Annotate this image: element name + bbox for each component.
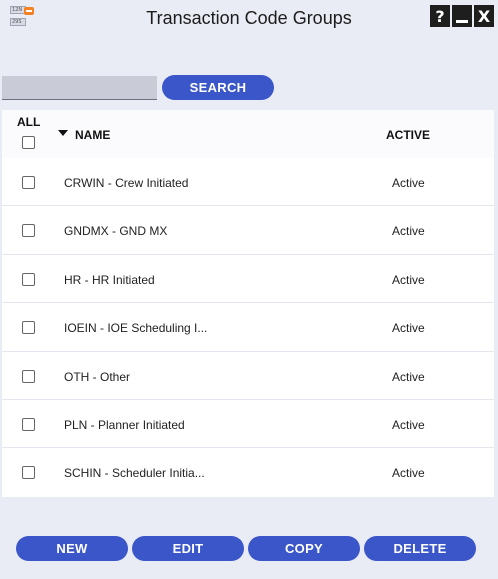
row-name: CRWIN - Crew Initiated bbox=[64, 176, 189, 190]
row-status: Active bbox=[392, 321, 425, 336]
table-row[interactable]: OTH - Other Active bbox=[2, 352, 494, 400]
row-status: Active bbox=[392, 224, 425, 239]
row-name: IOEIN - IOE Scheduling I... bbox=[64, 321, 208, 336]
select-all-label: ALL bbox=[17, 115, 41, 129]
row-status: Active bbox=[392, 369, 425, 384]
search-button[interactable]: SEARCH bbox=[162, 75, 274, 100]
row-checkbox[interactable] bbox=[22, 466, 35, 480]
row-status: Active bbox=[392, 466, 425, 481]
copy-button[interactable]: COPY bbox=[248, 536, 360, 561]
column-header-name[interactable]: NAME bbox=[75, 128, 110, 142]
new-button[interactable]: NEW bbox=[16, 536, 128, 561]
search-input[interactable] bbox=[2, 76, 157, 100]
row-checkbox[interactable] bbox=[22, 272, 35, 286]
row-name: OTH - Other bbox=[64, 369, 131, 384]
action-bar: NEW EDIT COPY DELETE bbox=[16, 536, 476, 561]
table-header: ALL NAME ACTIVE bbox=[2, 110, 494, 158]
delete-button[interactable]: DELETE bbox=[364, 536, 476, 561]
row-checkbox[interactable] bbox=[22, 417, 35, 431]
close-icon[interactable]: X bbox=[474, 5, 494, 27]
window-title: Transaction Code Groups bbox=[146, 8, 352, 28]
select-all-checkbox[interactable] bbox=[22, 136, 35, 149]
results-table: ALL NAME ACTIVE CRWIN - Crew Initiated A… bbox=[2, 110, 494, 497]
row-checkbox[interactable] bbox=[22, 176, 35, 189]
sort-descending-icon[interactable] bbox=[58, 130, 68, 136]
window-controls: ? X bbox=[430, 5, 494, 27]
help-icon[interactable]: ? bbox=[430, 5, 450, 27]
minimize-bar bbox=[456, 19, 468, 23]
row-checkbox[interactable] bbox=[22, 321, 35, 335]
row-name: GNDMX - GND MX bbox=[64, 224, 168, 239]
title-bar: 12N 29S Transaction Code Groups ? X bbox=[0, 0, 498, 36]
edit-button[interactable]: EDIT bbox=[132, 536, 244, 561]
table-row[interactable]: GNDMX - GND MX Active bbox=[2, 206, 494, 255]
row-status: Active bbox=[392, 272, 425, 287]
table-row[interactable]: IOEIN - IOE Scheduling I... Active bbox=[2, 303, 494, 352]
row-name: SCHIN - Scheduler Initia... bbox=[64, 466, 205, 481]
row-status: Active bbox=[392, 417, 425, 432]
table-row[interactable]: CRWIN - Crew Initiated Active bbox=[2, 158, 494, 207]
table-row[interactable]: PLN - Planner Initiated Active bbox=[2, 400, 494, 449]
row-name: PLN - Planner Initiated bbox=[64, 417, 185, 432]
table-body: CRWIN - Crew Initiated Active GNDMX - GN… bbox=[2, 158, 494, 497]
minimize-icon[interactable] bbox=[452, 5, 472, 27]
row-status: Active bbox=[392, 176, 425, 190]
table-row[interactable]: SCHIN - Scheduler Initia... Active bbox=[2, 448, 494, 496]
column-header-active[interactable]: ACTIVE bbox=[386, 128, 430, 142]
table-row[interactable]: HR - HR Initiated Active bbox=[2, 255, 494, 304]
row-name: HR - HR Initiated bbox=[64, 272, 155, 287]
row-checkbox[interactable] bbox=[22, 369, 35, 383]
row-checkbox[interactable] bbox=[22, 224, 35, 238]
